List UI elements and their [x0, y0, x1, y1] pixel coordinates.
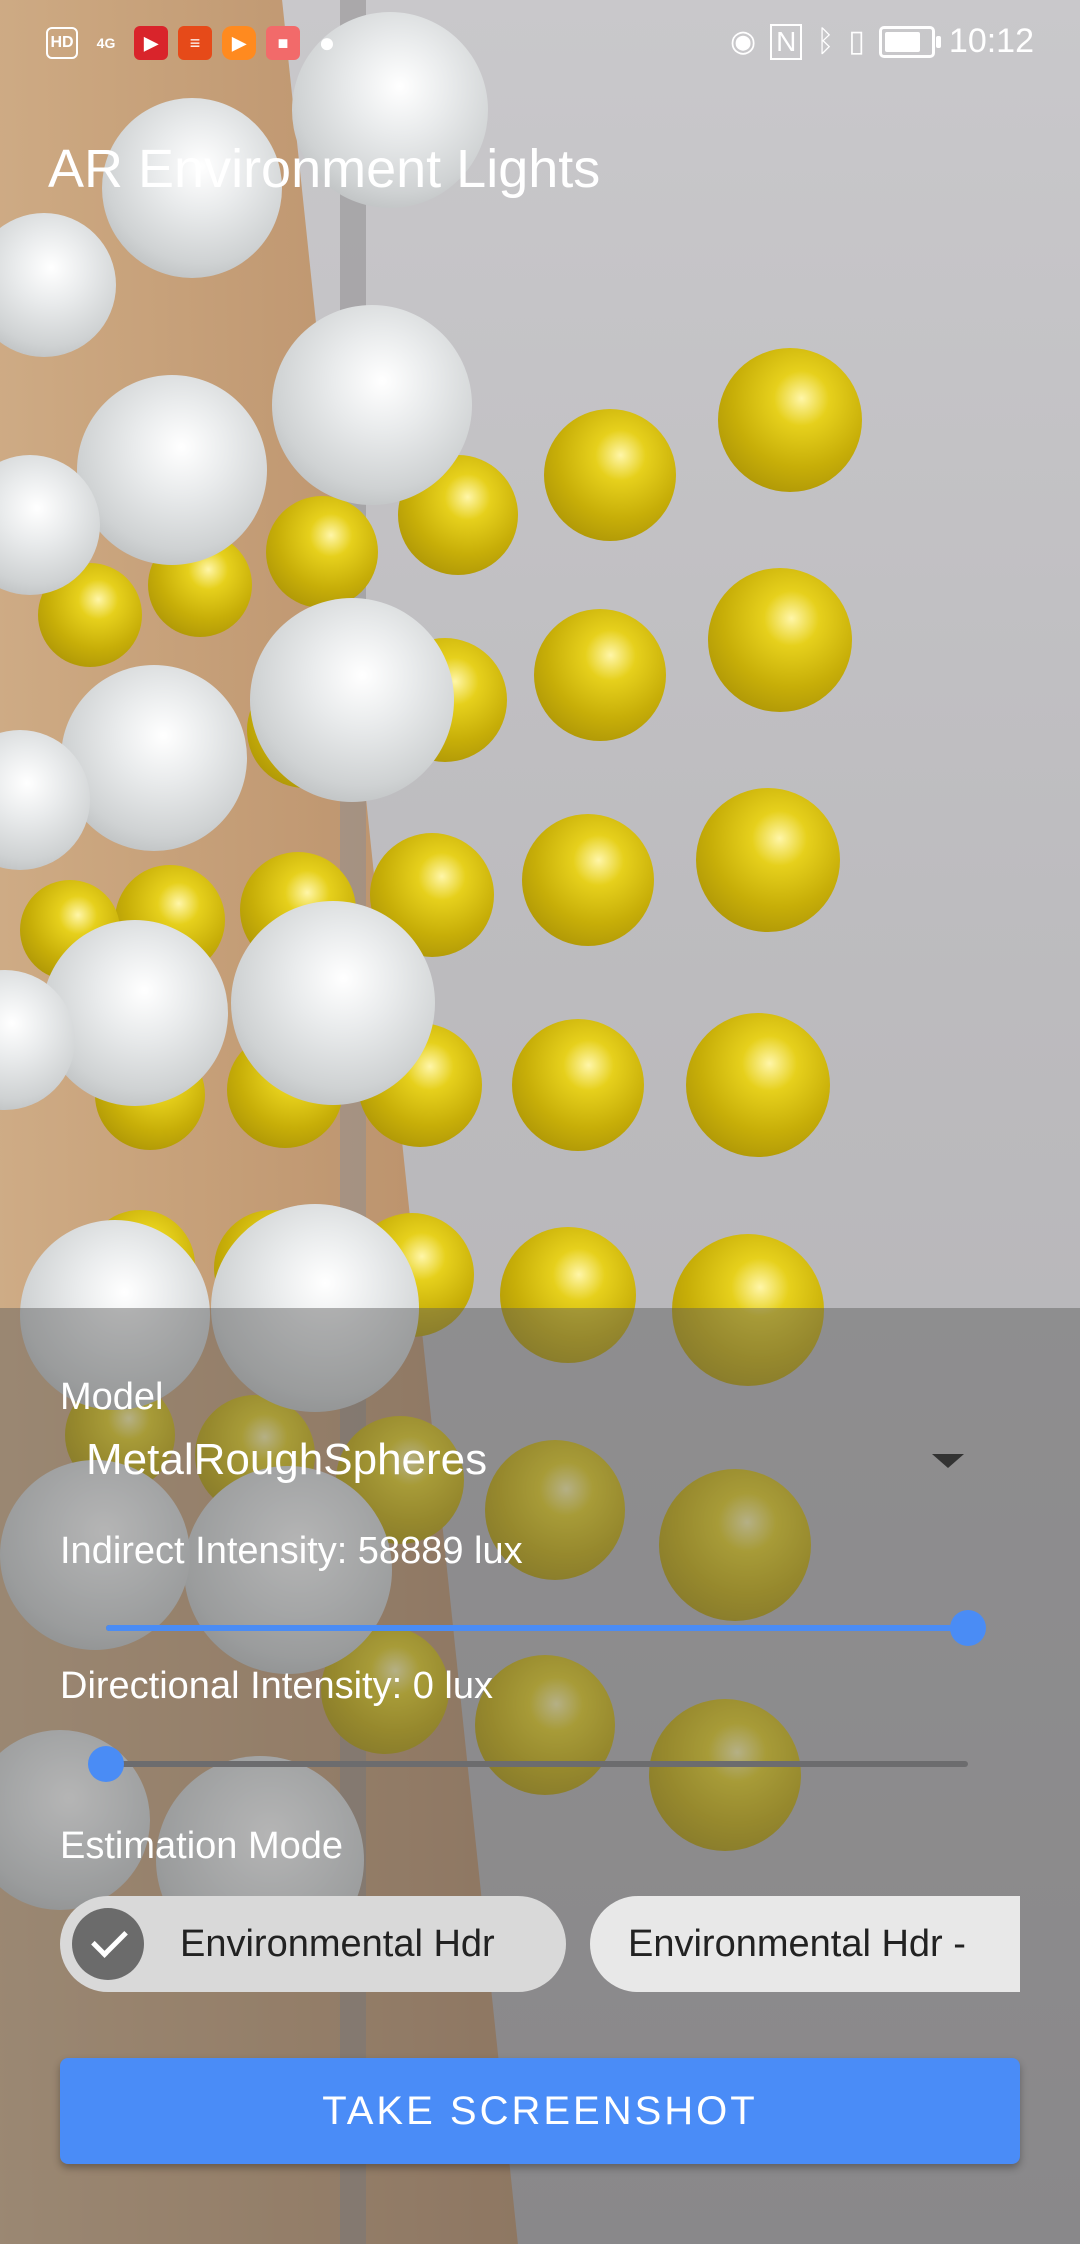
chip-environmental-hdr-alt[interactable]: Environmental Hdr - — [590, 1896, 1020, 1992]
app-title: AR Environment Lights — [48, 139, 601, 199]
gold-sphere — [718, 348, 862, 492]
gold-sphere — [266, 496, 378, 608]
nfc-icon: N — [770, 23, 803, 60]
take-screenshot-button[interactable]: TAKE SCREENSHOT — [60, 2058, 1020, 2164]
check-icon — [72, 1908, 144, 1980]
chevron-down-icon[interactable] — [932, 1454, 964, 1468]
chip-label: Environmental Hdr — [180, 1922, 495, 1965]
news-app-icon: ≡ — [178, 26, 212, 60]
status-bar: HD 4G ▶ ≡ ▶ ■ ● ◉ N ᛒ ▯ 10:12 — [0, 0, 1080, 86]
model-dropdown-value[interactable]: MetalRoughSpheres — [86, 1435, 487, 1485]
hd-icon: HD — [46, 27, 78, 59]
eye-icon: ◉ — [729, 25, 757, 58]
gold-sphere — [522, 814, 654, 946]
pearl-sphere — [250, 598, 454, 802]
indirect-intensity-label: Indirect Intensity: 58889 lux — [60, 1530, 523, 1572]
slider-thumb[interactable] — [950, 1610, 986, 1646]
pearl-sphere — [231, 901, 435, 1105]
gold-sphere — [686, 1013, 830, 1157]
network-4g-icon: 4G — [96, 35, 116, 51]
directional-intensity-label: Directional Intensity: 0 lux — [60, 1665, 493, 1707]
pearl-sphere — [272, 305, 472, 505]
wechat-icon: ● — [318, 27, 336, 58]
player-app-icon: ▶ — [222, 26, 256, 60]
gold-sphere — [534, 609, 666, 741]
gold-sphere — [696, 788, 840, 932]
store-app-icon: ■ — [266, 26, 300, 60]
chip-label: Environmental Hdr - — [628, 1922, 966, 1965]
clock: 10:12 — [948, 22, 1034, 60]
gold-sphere — [512, 1019, 644, 1151]
model-label: Model — [60, 1376, 164, 1418]
chip-environmental-hdr[interactable]: Environmental Hdr — [60, 1896, 566, 1992]
pearl-sphere — [61, 665, 247, 851]
bluetooth-icon: ᛒ — [816, 24, 835, 58]
pearl-sphere — [77, 375, 267, 565]
gold-sphere — [708, 568, 852, 712]
vibrate-icon: ▯ — [848, 25, 865, 58]
slider-thumb[interactable] — [88, 1746, 124, 1782]
indirect-intensity-slider[interactable] — [106, 1608, 986, 1648]
gold-sphere — [544, 409, 676, 541]
directional-intensity-slider[interactable] — [88, 1744, 968, 1784]
video-app-icon: ▶ — [134, 26, 168, 60]
estimation-mode-label: Estimation Mode — [60, 1825, 344, 1867]
battery-icon — [878, 25, 941, 58]
